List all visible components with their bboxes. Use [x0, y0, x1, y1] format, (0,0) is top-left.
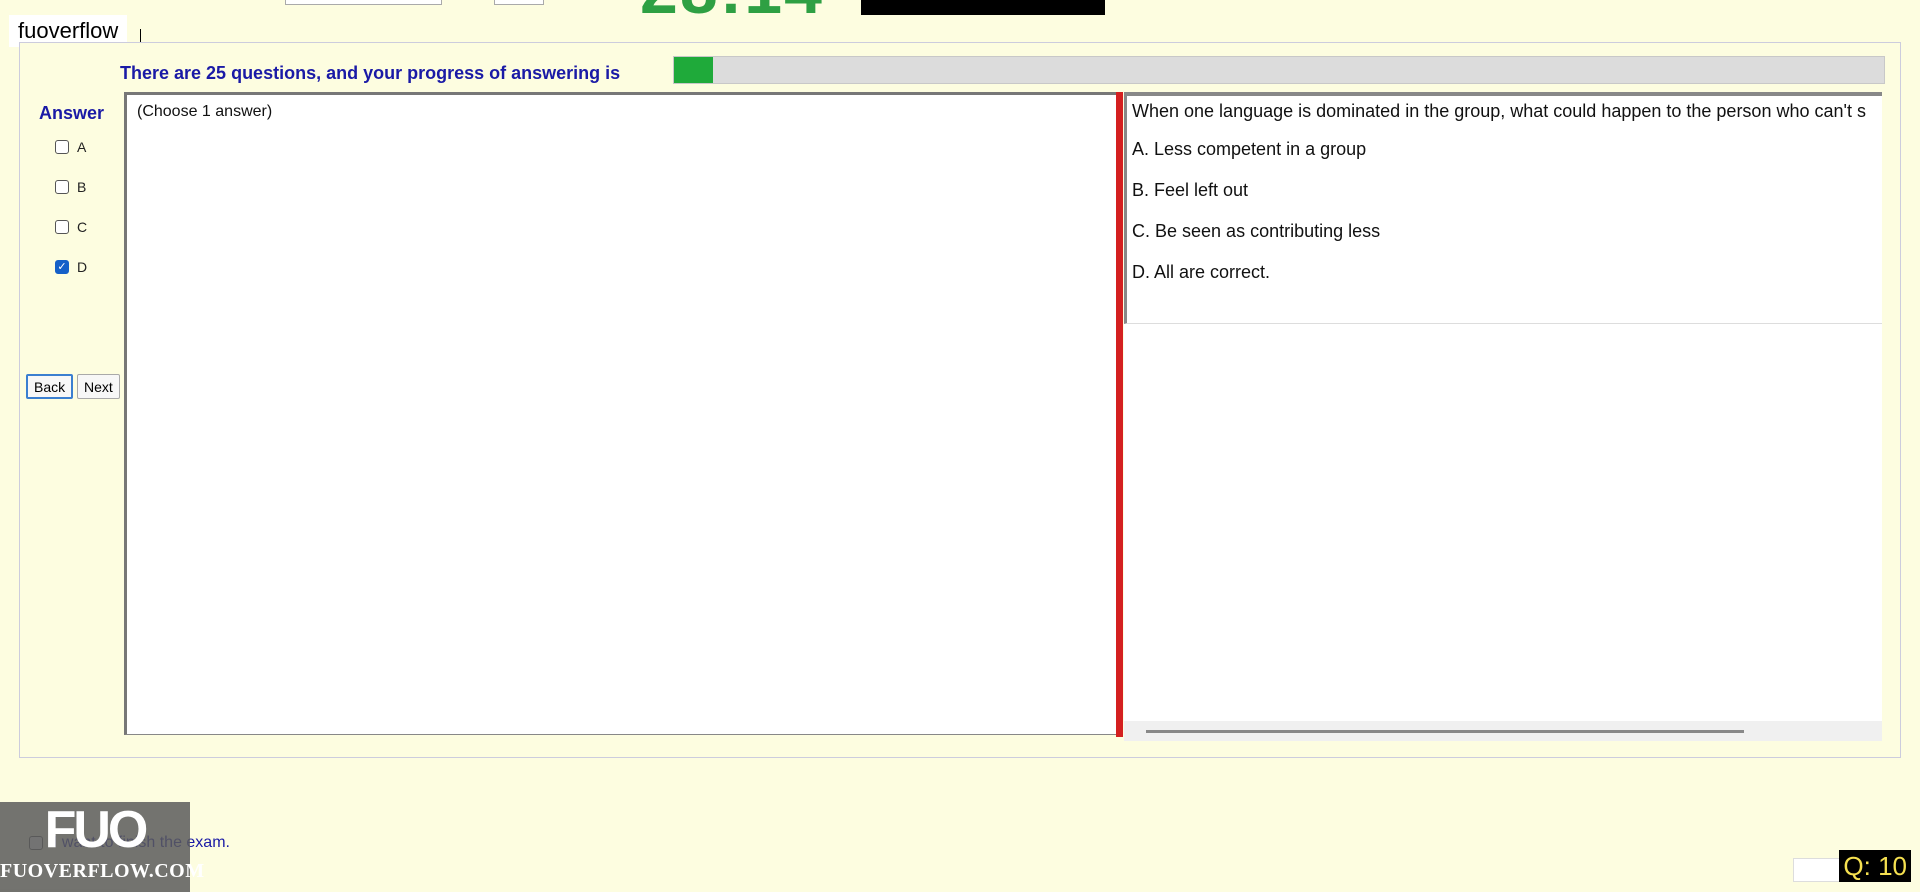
- question-counter: Q: 10: [1839, 850, 1911, 882]
- answer-option-d[interactable]: ✓ D: [55, 257, 87, 277]
- question-jump-input[interactable]: [1793, 858, 1845, 882]
- question-option-d: D. All are correct.: [1132, 262, 1271, 282]
- checkbox-c[interactable]: [55, 220, 69, 234]
- checkbox-a[interactable]: [55, 140, 69, 154]
- question-option-a: A. Less competent in a group: [1132, 139, 1367, 159]
- checkbox-b[interactable]: [55, 180, 69, 194]
- answer-option-a[interactable]: A: [55, 137, 86, 157]
- answer-area-pane[interactable]: (Choose 1 answer): [124, 92, 1117, 735]
- question-text: When one language is dominated in the gr…: [1132, 101, 1866, 121]
- pane-splitter[interactable]: [1116, 92, 1123, 737]
- progress-bar: [673, 56, 1885, 84]
- progress-fill: [674, 57, 713, 83]
- next-button[interactable]: Next: [77, 374, 120, 399]
- progress-text: There are 25 questions, and your progres…: [120, 63, 621, 83]
- countdown-timer: 28:14: [640, 0, 824, 24]
- answer-option-c[interactable]: C: [55, 217, 87, 237]
- question-box: When one language is dominated in the gr…: [1124, 96, 1882, 324]
- question-pane[interactable]: When one language is dominated in the gr…: [1124, 92, 1882, 741]
- answer-option-label: C: [77, 219, 88, 235]
- redacted-bar: [861, 0, 1105, 15]
- scrollbar-thumb[interactable]: [1146, 730, 1744, 733]
- horizontal-scrollbar[interactable]: [1124, 721, 1882, 741]
- answer-option-label: A: [77, 139, 87, 155]
- choose-instruction: (Choose 1 answer): [137, 103, 273, 120]
- answer-option-label: D: [77, 259, 88, 275]
- question-option-b: B. Feel left out: [1132, 180, 1249, 200]
- answer-option-b[interactable]: B: [55, 177, 86, 197]
- logo-mark: FUO: [44, 801, 149, 859]
- answer-option-label: B: [77, 179, 87, 195]
- question-option-c: C. Be seen as contributing less: [1132, 221, 1381, 241]
- checkbox-d[interactable]: ✓: [55, 260, 69, 274]
- back-button[interactable]: Back: [26, 374, 74, 399]
- watermark-logo: FUO FUOVERFLOW.COM: [0, 801, 205, 892]
- logo-text: FUOVERFLOW.COM: [0, 860, 205, 882]
- answer-title: Answer: [39, 103, 105, 123]
- top-field-fragment[interactable]: [494, 0, 544, 5]
- top-dropdown-fragment[interactable]: [285, 0, 442, 5]
